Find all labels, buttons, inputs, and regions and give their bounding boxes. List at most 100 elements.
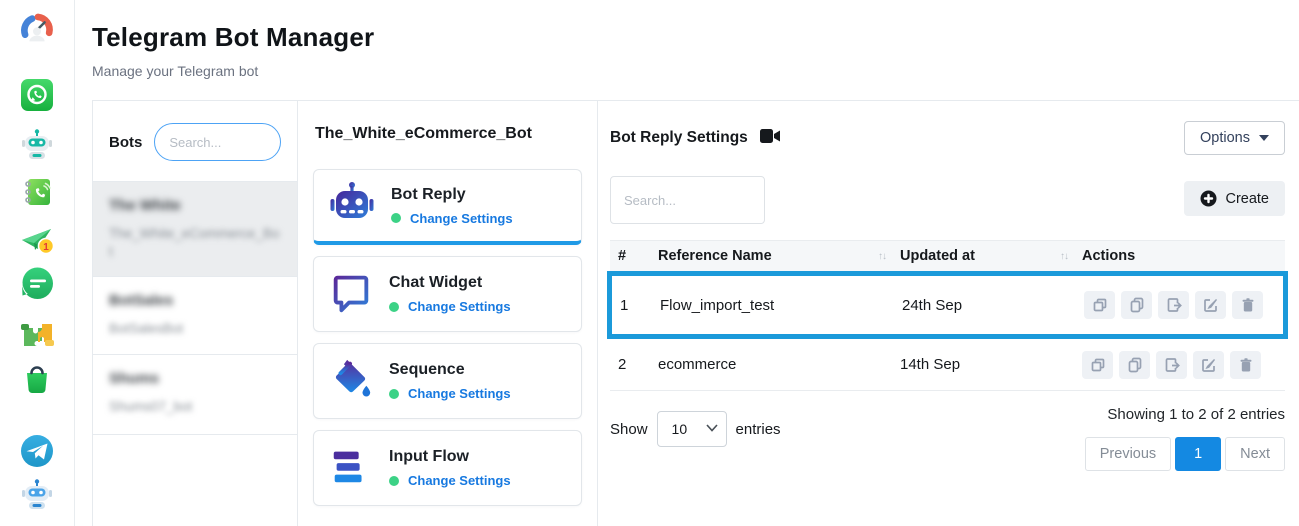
create-button-label: Create: [1225, 191, 1269, 207]
bot-reply-settings-panel: Bot Reply Settings Options: [598, 101, 1299, 526]
bot-name: The White: [109, 197, 281, 214]
entries-label: entries: [736, 421, 781, 438]
icon-rail: 1: [0, 0, 75, 526]
table-header-row: # Reference Name ↑↓ Updated at ↑↓ Action…: [610, 240, 1285, 271]
card-bot-reply[interactable]: Bot Reply Change Settings: [313, 169, 582, 245]
plus-circle-icon: [1200, 190, 1217, 207]
bots-panel: Bots The White The_White_eCommerce_Bot B…: [93, 101, 298, 526]
row-index: 2: [618, 356, 658, 373]
paint-bucket-icon: [328, 356, 374, 407]
row-updated-at: 14th Sep: [900, 356, 1082, 373]
change-settings-link[interactable]: Change Settings: [410, 211, 513, 226]
action-clone-button[interactable]: [1082, 351, 1113, 379]
telegram-bot-blue-icon[interactable]: [18, 476, 56, 514]
action-copy-button[interactable]: [1119, 351, 1150, 379]
contact-book-green-icon[interactable]: [18, 173, 56, 211]
create-button[interactable]: Create: [1184, 181, 1285, 216]
change-settings-link[interactable]: Change Settings: [408, 473, 511, 488]
action-clone-button[interactable]: [1084, 291, 1115, 319]
options-button-label: Options: [1200, 130, 1250, 146]
bot-username: BotSalesBot: [109, 320, 281, 338]
options-button[interactable]: Options: [1184, 121, 1285, 155]
action-edit-button[interactable]: [1193, 351, 1224, 379]
sort-icons[interactable]: ↑↓: [1060, 251, 1068, 262]
pagination: Previous 1 Next: [1085, 437, 1285, 471]
table-row[interactable]: 1 Flow_import_test 24th Sep: [612, 276, 1283, 334]
action-export-button[interactable]: [1158, 291, 1189, 319]
main-area: Telegram Bot Manager Manage your Telegra…: [75, 0, 1299, 526]
chat-bubble-icon: [328, 269, 374, 320]
video-camera-icon[interactable]: [760, 128, 781, 149]
whatsapp-icon[interactable]: [18, 76, 56, 114]
row-updated-at: 24th Sep: [902, 297, 1084, 314]
bot-username: The_White_eCommerce_Bot: [109, 225, 281, 261]
row-index: 1: [620, 297, 660, 314]
entries-summary: Showing 1 to 2 of 2 entries: [1107, 406, 1285, 423]
bot-username: Shums07_bot: [109, 398, 281, 416]
table-footer: Show 10 entries Showing 1 to 2 of 2: [610, 406, 1285, 471]
current-page-button[interactable]: 1: [1175, 437, 1221, 471]
row-reference-name: ecommerce: [658, 356, 900, 373]
status-dot: [391, 213, 401, 223]
stacked-bars-icon: [328, 443, 374, 494]
card-label: Chat Widget: [389, 274, 511, 292]
row-reference-name: Flow_import_test: [660, 297, 902, 314]
bot-list-item[interactable]: BotSales BotSalesBot: [93, 277, 297, 355]
table-row[interactable]: 2 ecommerce 14th Sep: [610, 339, 1285, 391]
bots-label: Bots: [109, 134, 142, 151]
bot-list-item[interactable]: Shums Shums07_bot: [93, 355, 297, 435]
next-page-button[interactable]: Next: [1225, 437, 1285, 471]
card-chat-widget[interactable]: Chat Widget Change Settings: [313, 256, 582, 332]
panel-title: Bot Reply Settings: [610, 129, 748, 147]
bot-name: BotSales: [109, 292, 281, 309]
sort-icons[interactable]: ↑↓: [878, 251, 886, 262]
workspace: Bots The White The_White_eCommerce_Bot B…: [92, 100, 1299, 526]
row-actions: [1082, 351, 1285, 379]
action-edit-button[interactable]: [1195, 291, 1226, 319]
col-actions: Actions: [1082, 248, 1285, 264]
action-delete-button[interactable]: [1230, 351, 1261, 379]
card-label: Input Flow: [389, 448, 511, 466]
shop-bag-icon[interactable]: [18, 360, 56, 398]
campaign-plane-icon[interactable]: 1: [18, 220, 56, 258]
telegram-icon[interactable]: [18, 432, 56, 470]
dashboard-gauge-icon[interactable]: [18, 10, 56, 48]
card-label: Bot Reply: [391, 186, 513, 204]
page-size-select[interactable]: 10: [657, 411, 727, 447]
table-search-input[interactable]: [610, 176, 765, 224]
bot-list-item-selected[interactable]: The White The_White_eCommerce_Bot: [93, 181, 297, 277]
col-reference-name[interactable]: Reference Name ↑↓: [658, 248, 900, 264]
integrations-puzzle-icon[interactable]: [18, 315, 56, 353]
row-highlight-box: 1 Flow_import_test 24th Sep: [607, 271, 1288, 339]
col-index[interactable]: #: [618, 248, 658, 264]
row-actions: [1084, 291, 1283, 319]
bot-reply-robot-icon: [328, 179, 376, 232]
change-settings-link[interactable]: Change Settings: [408, 299, 511, 314]
col-updated-at[interactable]: Updated at ↑↓: [900, 248, 1082, 264]
status-dot: [389, 389, 399, 399]
action-copy-button[interactable]: [1121, 291, 1152, 319]
subscribers-group-icon[interactable]: [18, 522, 56, 526]
chat-lines-icon[interactable]: [18, 264, 56, 302]
page-subtitle: Manage your Telegram bot: [92, 63, 1299, 79]
previous-page-button[interactable]: Previous: [1085, 437, 1171, 471]
bot-settings-nav: The_White_eCommerce_Bot: [298, 101, 598, 526]
action-delete-button[interactable]: [1232, 291, 1263, 319]
change-settings-link[interactable]: Change Settings: [408, 386, 511, 401]
page-title: Telegram Bot Manager: [92, 22, 1299, 53]
bots-search-input[interactable]: [154, 123, 281, 161]
card-sequence[interactable]: Sequence Change Settings: [313, 343, 582, 419]
card-input-flow[interactable]: Input Flow Change Settings: [313, 430, 582, 506]
app-root: 1: [0, 0, 1299, 526]
status-dot: [389, 302, 399, 312]
action-export-button[interactable]: [1156, 351, 1187, 379]
page-header: Telegram Bot Manager Manage your Telegra…: [75, 0, 1299, 100]
bot-name: Shums: [109, 370, 281, 387]
badge-count: 1: [43, 242, 49, 253]
status-dot: [389, 476, 399, 486]
caret-down-icon: [1259, 135, 1269, 141]
card-label: Sequence: [389, 361, 511, 379]
show-label: Show: [610, 421, 648, 438]
selected-bot-title: The_White_eCommerce_Bot: [315, 125, 582, 143]
bot-assistant-teal-icon[interactable]: [18, 126, 56, 164]
